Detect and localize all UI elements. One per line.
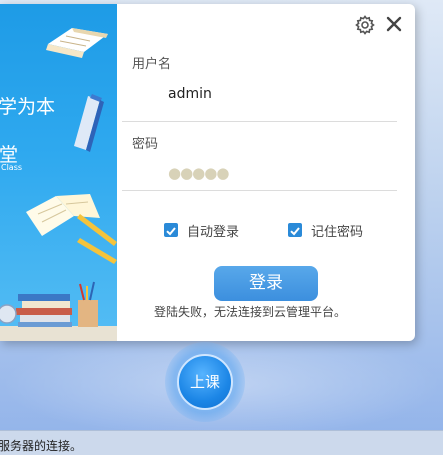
login-button[interactable]: 登录 xyxy=(214,266,318,301)
lower-book-illustration xyxy=(26,194,100,236)
desk-illustration xyxy=(0,326,117,341)
checkbox-checked-icon xyxy=(288,223,302,237)
remember-password-checkbox[interactable]: 记住密码 xyxy=(288,221,364,240)
username-label: 用户名 xyxy=(132,57,172,72)
open-book-illustration xyxy=(46,28,108,58)
promo-slogan-line3: Class xyxy=(1,163,23,172)
auto-login-checkbox[interactable]: 自动登录 xyxy=(164,221,240,240)
promo-panel: 学为本 堂 Class xyxy=(0,4,117,341)
close-button[interactable] xyxy=(384,14,404,34)
settings-button[interactable] xyxy=(354,14,376,36)
password-input[interactable]: ●●●●● xyxy=(168,164,229,182)
status-bar-text: 服务器的连接。 xyxy=(0,439,83,453)
book-stack-illustration xyxy=(16,294,72,327)
auto-login-label: 自动登录 xyxy=(187,224,240,240)
pencils-illustration xyxy=(77,214,117,264)
username-input[interactable]: admin xyxy=(168,86,212,102)
status-bar: 服务器的连接。 xyxy=(0,430,443,455)
checkbox-checked-icon xyxy=(164,223,178,237)
clock-illustration xyxy=(0,304,17,324)
login-error-message: 登陆失败，无法连接到云管理平台。 xyxy=(154,305,347,319)
promo-illustration xyxy=(0,28,117,341)
close-icon xyxy=(386,16,402,32)
desktop-background: 学为本 堂 Class 用户名 admin 密码 ●●●●● 自动登录 记住密码… xyxy=(0,0,443,455)
start-class-button[interactable]: 上课 xyxy=(177,354,233,410)
password-label: 密码 xyxy=(132,137,159,152)
login-dialog: 学为本 堂 Class 用户名 admin 密码 ●●●●● 自动登录 记住密码… xyxy=(0,4,415,341)
username-divider xyxy=(122,121,397,122)
standing-book-illustration xyxy=(74,94,104,152)
password-divider xyxy=(122,190,397,191)
promo-slogan-line1: 学为本 xyxy=(0,96,56,118)
gear-icon xyxy=(355,15,375,35)
pen-cup-illustration xyxy=(78,281,98,327)
remember-password-label: 记住密码 xyxy=(311,224,364,240)
